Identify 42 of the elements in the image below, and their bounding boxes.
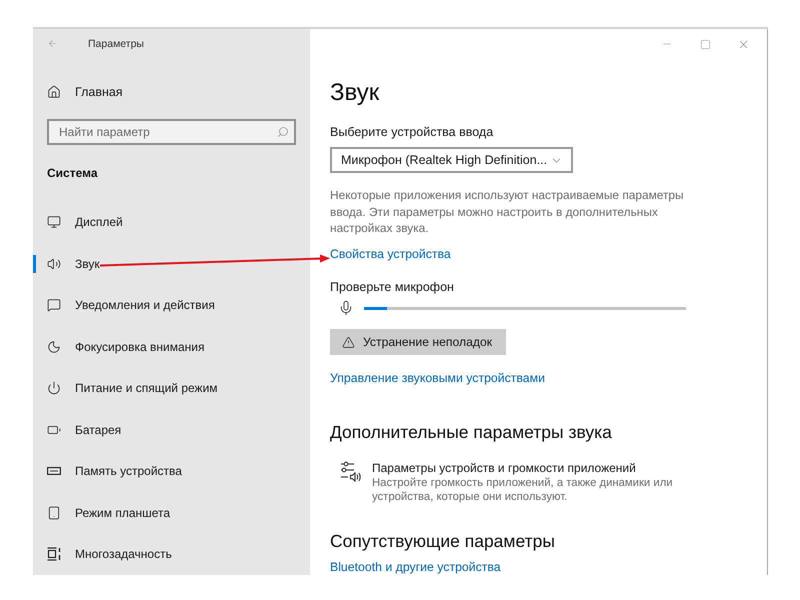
monitor-icon [47, 215, 61, 230]
page-title: Звук [330, 78, 380, 108]
section-heading: Сопутствующие параметры [330, 530, 555, 553]
sidebar-item[interactable]: Многозадачность [33, 534, 310, 575]
maximize-icon [700, 38, 710, 50]
multitask-icon [47, 547, 61, 562]
input-device-dropdown[interactable]: Микрофон (Realtek High Definition... [330, 147, 573, 173]
app-volume-link[interactable]: Параметры устройств и громкости приложений [372, 461, 684, 476]
sidebar-item[interactable]: Дисплей [33, 202, 310, 244]
troubleshoot-button[interactable]: Устранение неполадок [330, 329, 506, 355]
tablet-icon [47, 506, 61, 520]
manage-devices-link[interactable]: Управление звуковыми устройствами [330, 370, 545, 386]
back-button[interactable] [47, 38, 58, 50]
sidebar-item[interactable]: Питание и спящий режим [33, 368, 310, 410]
back-arrow-icon [47, 38, 58, 50]
search-field[interactable]: Найти параметр [47, 118, 296, 145]
app-volume-description: Настройте громкость приложений, а также динамики или устройства, которые они используют. [372, 476, 674, 504]
microphone-icon [338, 300, 354, 316]
mic-test-label: Проверьте микрофон [330, 279, 454, 295]
section-heading: Дополнительные параметры звука [330, 421, 612, 444]
home-link[interactable]: Главная [33, 72, 310, 112]
home-icon [47, 85, 61, 100]
moon-icon [47, 340, 61, 354]
drive-icon [47, 467, 61, 476]
sidebar-item[interactable]: Фокусировка внимания [33, 326, 310, 368]
sliders-speaker-icon [340, 461, 362, 482]
sidebar-item[interactable]: Звук [33, 243, 310, 285]
related-link[interactable]: Bluetooth и другие устройства [330, 559, 501, 575]
power-icon [47, 381, 61, 396]
section-heading: Система [46, 164, 99, 182]
warning-icon [342, 336, 355, 348]
speech-bubble-icon [47, 298, 61, 312]
search-icon [277, 126, 289, 138]
input-device-label: Выберите устройства ввода [330, 124, 494, 140]
device-properties-link[interactable]: Свойства устройства [330, 246, 451, 262]
sidebar-item[interactable]: Режим планшета [33, 492, 310, 534]
sidebar-item[interactable]: Уведомления и действия [33, 284, 310, 326]
input-note-text: Некоторые приложения используют настраиваемые параметры ввода. Эти параметры можно настроить в дополнительных настройках звука. [330, 187, 685, 236]
sidebar-item[interactable]: Память устройства [33, 450, 310, 492]
window-title: Параметры [88, 38, 144, 50]
speaker-icon [47, 256, 61, 271]
sidebar-item[interactable]: Батарея [33, 409, 310, 451]
